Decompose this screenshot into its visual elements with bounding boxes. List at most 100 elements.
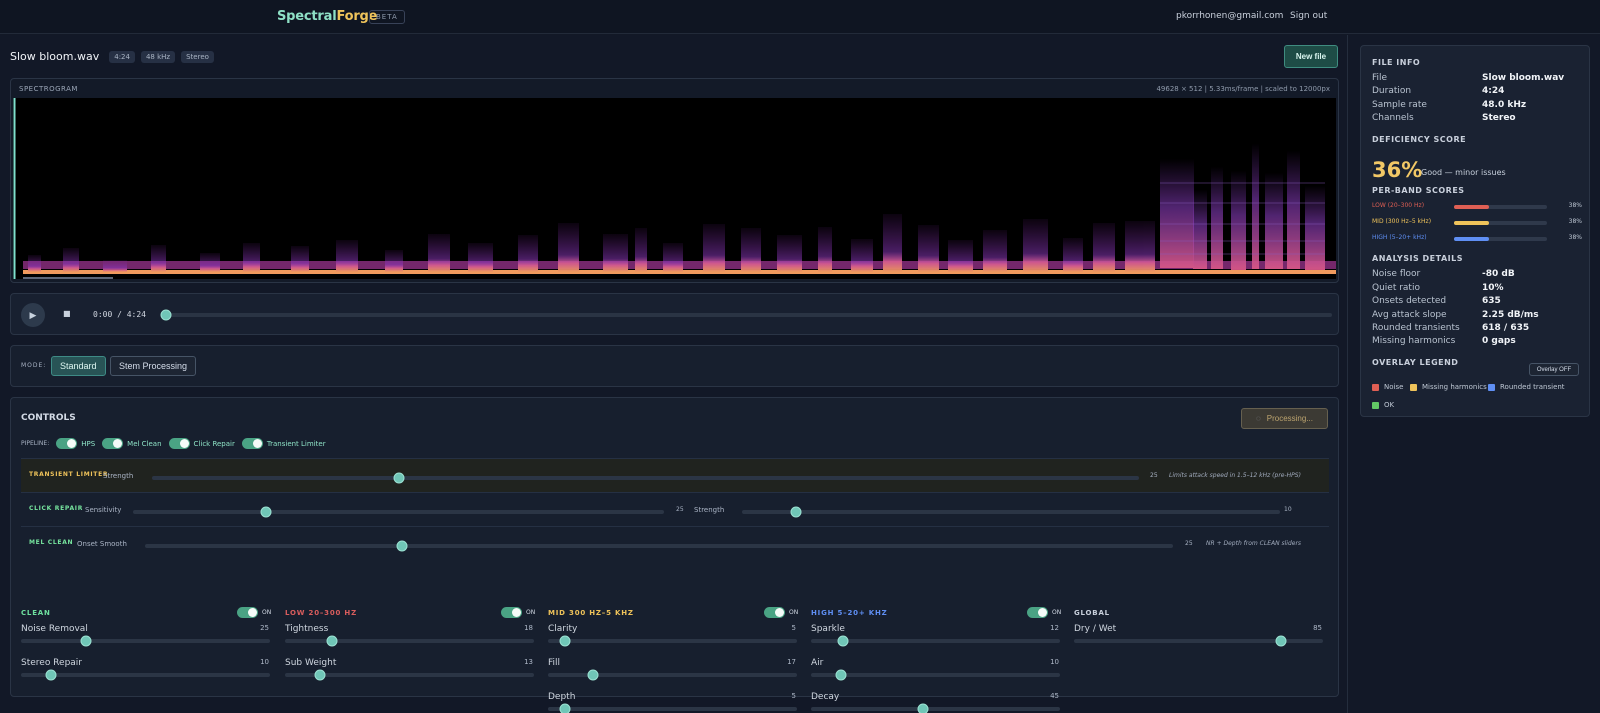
spectrogram-meta: 49628 × 512 | 5.33ms/frame | scaled to 1… <box>1156 85 1330 93</box>
mid-band-on-switch-icon[interactable] <box>764 607 785 618</box>
pipeline-hps-toggle[interactable]: HPS <box>56 438 95 449</box>
click-sensitivity-thumb[interactable] <box>260 506 272 518</box>
clean-on-switch-icon[interactable] <box>237 607 258 618</box>
mode-selector: MODE: Standard Stem Processing <box>10 345 1339 387</box>
onset-smooth-thumb[interactable] <box>396 540 408 552</box>
deficiency-score: 36% <box>1372 158 1423 182</box>
playback-progress-track[interactable] <box>160 309 1332 321</box>
sample-rate-badge: 48 kHz <box>140 50 176 63</box>
sparkle-control: Sparkle 12 <box>811 624 1061 652</box>
analysis-details-heading: ANALYSIS DETAILS <box>1372 254 1463 263</box>
app-logo: SpectralForge <box>277 9 378 24</box>
pipeline-toggles: PIPELINE: HPS Mel Clean Click Repair Tra… <box>21 438 326 449</box>
pipeline-click-repair-toggle[interactable]: Click Repair <box>168 438 235 449</box>
dry-wet-slider[interactable] <box>1074 635 1323 647</box>
pipeline-mel-clean-toggle[interactable]: Mel Clean <box>102 438 162 449</box>
clean-band-controls: CLEAN ON Noise Removal 25 Stereo Repair 10 <box>21 607 271 713</box>
legend-rounded-transient: Rounded transient <box>1488 383 1565 391</box>
user-email: pkorrhonen@gmail.com <box>1176 11 1284 21</box>
noise-removal-control: Noise Removal 25 <box>21 624 271 652</box>
clarity-slider[interactable] <box>548 635 797 647</box>
mel-clean-switch-icon[interactable] <box>102 438 124 449</box>
file-info-heading: FILE INFO <box>1372 58 1421 67</box>
click-strength-thumb[interactable] <box>790 506 802 518</box>
clarity-control: Clarity 5 <box>548 624 798 652</box>
dry-wet-thumb[interactable] <box>1275 635 1287 647</box>
depth-slider[interactable] <box>548 703 797 713</box>
mode-standard-button[interactable]: Standard <box>51 356 106 376</box>
click-repair-strip: CLICK REPAIR Sensitivity 25 Strength 10 <box>21 492 1329 526</box>
click-repair-switch-icon[interactable] <box>168 438 190 449</box>
air-thumb[interactable] <box>835 669 847 681</box>
file-row: File Slow bloom.wav <box>1372 73 1565 83</box>
overlay-legend-heading: OVERLAY LEGEND <box>1372 358 1459 367</box>
transient-limiter-switch-icon[interactable] <box>241 438 263 449</box>
attack-slope-row: Avg attack slope 2.25 dB/ms <box>1372 310 1539 320</box>
tightness-thumb[interactable] <box>326 635 338 647</box>
sign-out-link[interactable]: Sign out <box>1290 11 1327 21</box>
quiet-ratio-row: Quiet ratio 10% <box>1372 283 1504 293</box>
playhead-thumb[interactable] <box>160 309 172 321</box>
sparkle-thumb[interactable] <box>837 635 849 647</box>
high-band-on-switch-icon[interactable] <box>1027 607 1048 618</box>
depth-control: Depth 5 <box>548 692 798 713</box>
spectrogram-panel: SPECTROGRAM 49628 × 512 | 5.33ms/frame |… <box>10 78 1339 283</box>
sub-weight-control: Sub Weight 13 <box>285 658 535 686</box>
noise-removal-thumb[interactable] <box>80 635 92 647</box>
duration-badge: 4:24 <box>109 50 135 63</box>
main-workspace: Slow bloom.wav 4:24 48 kHz Stereo New fi… <box>0 35 1348 713</box>
new-file-button[interactable]: New file <box>1284 45 1338 68</box>
decay-slider[interactable] <box>811 703 1060 713</box>
tightness-control: Tightness 18 <box>285 624 535 652</box>
low-band-score: LOW (20–300 Hz) 38% <box>1372 202 1582 209</box>
decay-thumb[interactable] <box>917 703 929 713</box>
transient-strength-thumb[interactable] <box>393 472 405 484</box>
stereo-repair-slider[interactable] <box>21 669 270 681</box>
onset-smooth-slider[interactable] <box>145 540 1173 552</box>
noise-removal-slider[interactable] <box>21 635 270 647</box>
analysis-sidebar: FILE INFO File Slow bloom.wav Duration 4:2… <box>1349 35 1600 713</box>
file-analysis-card: FILE INFO File Slow bloom.wav Duration 4:2… <box>1360 45 1590 417</box>
noise-floor-row: Noise floor -80 dB <box>1372 269 1515 279</box>
rounded-transients-row: Rounded transients 618 / 635 <box>1372 323 1530 333</box>
decay-control: Decay 45 <box>811 692 1061 713</box>
deficiency-score-heading: DEFICIENCY SCORE <box>1372 135 1467 144</box>
duration-row: Duration 4:24 <box>1372 86 1505 96</box>
air-control: Air 10 <box>811 658 1061 686</box>
sub-weight-slider[interactable] <box>285 669 534 681</box>
processing-button[interactable]: ◌ Processing... <box>1241 408 1328 429</box>
fill-thumb[interactable] <box>587 669 599 681</box>
play-button[interactable]: ▶ <box>21 303 45 327</box>
stereo-repair-thumb[interactable] <box>45 669 57 681</box>
tightness-slider[interactable] <box>285 635 534 647</box>
channels-badge: Stereo <box>181 50 214 63</box>
legend-ok: OK <box>1372 401 1394 409</box>
transient-strength-slider[interactable] <box>152 472 1139 484</box>
mel-clean-strip: MEL CLEAN Onset Smooth 25 NR + Depth fro… <box>21 526 1329 560</box>
beta-badge: BETA <box>369 10 405 24</box>
sub-weight-thumb[interactable] <box>314 669 326 681</box>
click-strength-slider[interactable] <box>742 506 1280 518</box>
depth-thumb[interactable] <box>559 703 571 713</box>
sparkle-slider[interactable] <box>811 635 1060 647</box>
air-slider[interactable] <box>811 669 1060 681</box>
overlay-toggle-button[interactable]: Overlay OFF <box>1529 363 1579 376</box>
pipeline-transient-limiter-toggle[interactable]: Transient Limiter <box>241 438 326 449</box>
hps-switch-icon[interactable] <box>56 438 78 449</box>
global-controls: GLOBAL Dry / Wet 85 <box>1074 609 1324 713</box>
high-band-score: HIGH (5–20+ kHz) 38% <box>1372 234 1582 241</box>
spectrogram-image[interactable] <box>13 98 1336 279</box>
legend-noise: Noise <box>1372 383 1403 391</box>
stop-button[interactable]: ■ <box>63 309 71 318</box>
low-band-on-switch-icon[interactable] <box>501 607 522 618</box>
missing-harmonics-row: Missing harmonics 0 gaps <box>1372 336 1516 346</box>
fill-control: Fill 17 <box>548 658 798 686</box>
mode-stem-processing-button[interactable]: Stem Processing <box>110 356 197 376</box>
fill-slider[interactable] <box>548 669 797 681</box>
low-band-controls: LOW 20–300 HZ ON Tightness 18 Sub Weight 1… <box>285 607 535 713</box>
click-sensitivity-slider[interactable] <box>133 506 664 518</box>
onsets-row: Onsets detected 635 <box>1372 296 1501 306</box>
mid-band-score: MID (300 Hz–5 kHz) 38% <box>1372 218 1582 225</box>
high-band-controls: HIGH 5–20+ KHZ ON Sparkle 12 Air 10 Decay 4… <box>811 607 1061 713</box>
clarity-thumb[interactable] <box>559 635 571 647</box>
